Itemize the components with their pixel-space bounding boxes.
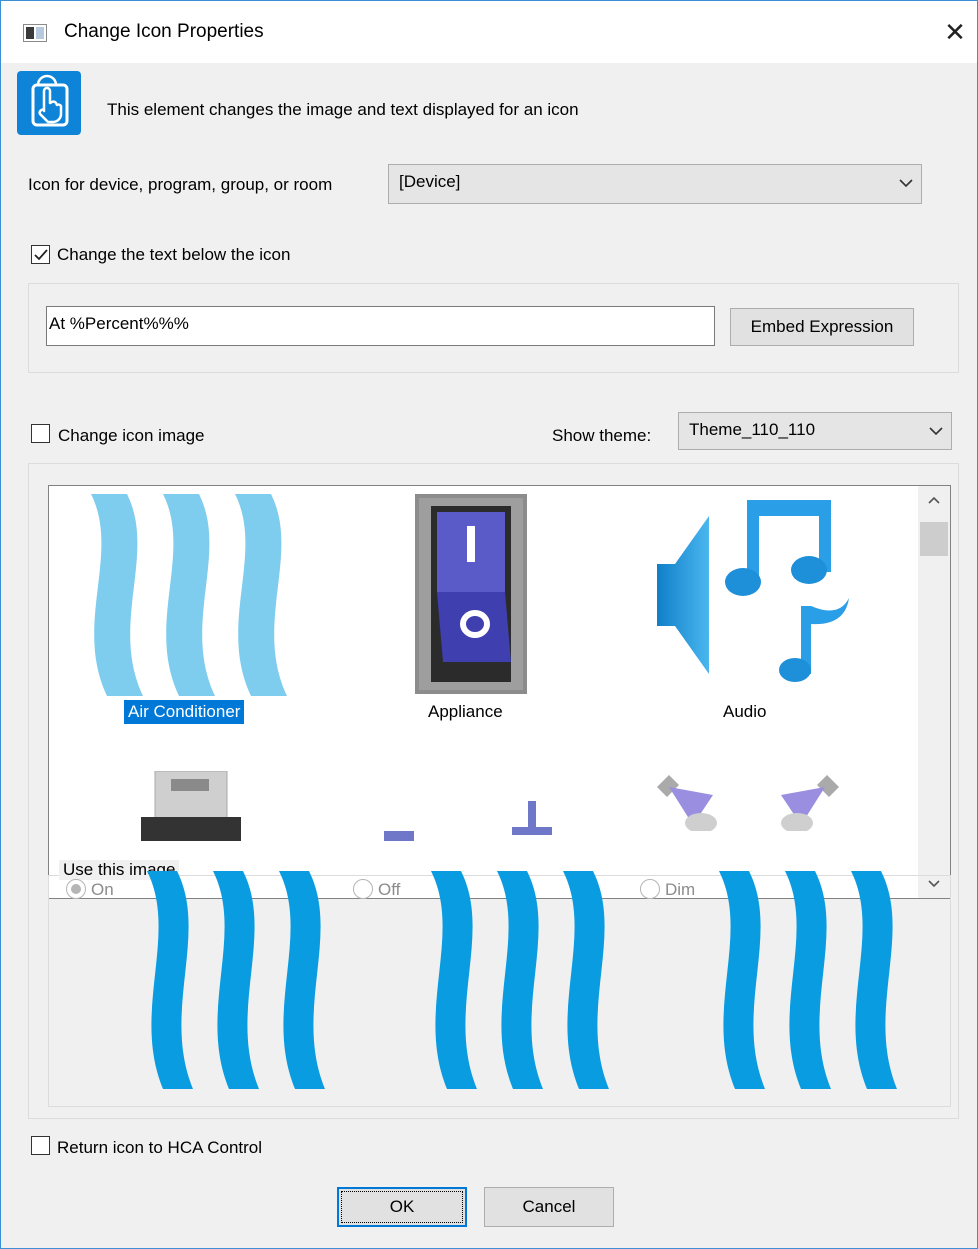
- icon-text-value: At %Percent%%%: [49, 314, 189, 333]
- audio-icon: [657, 500, 849, 682]
- theme-select-value: Theme_110_110: [689, 420, 816, 439]
- off-state-icon: [431, 871, 609, 1089]
- embed-expression-button[interactable]: Embed Expression: [730, 308, 914, 346]
- gallery-item-label: Appliance: [428, 702, 503, 721]
- gallery-tile-audio[interactable]: Audio: [639, 486, 919, 746]
- gallery-tile-appliance[interactable]: Appliance: [349, 486, 629, 746]
- chevron-down-icon: [929, 427, 943, 436]
- gallery-scrollbar[interactable]: [918, 486, 950, 898]
- close-icon[interactable]: ✕: [935, 11, 975, 53]
- gallery-item-label: Air Conditioner: [124, 700, 245, 724]
- ok-button[interactable]: OK: [337, 1187, 467, 1227]
- gallery-item-label: Audio: [723, 702, 767, 721]
- theme-select-dropdown[interactable]: Theme_110_110: [678, 412, 952, 450]
- return-icon-checkbox[interactable]: [31, 1136, 50, 1155]
- scroll-up-icon[interactable]: [926, 494, 942, 506]
- chevron-down-icon: [899, 179, 913, 188]
- app-icon: [23, 24, 47, 42]
- scrollbar-thumb[interactable]: [920, 522, 948, 556]
- touch-hand-icon: [17, 71, 81, 135]
- change-icon-properties-dialog: Change Icon Properties ✕ This element ch…: [0, 0, 978, 1249]
- radio-on-label[interactable]: On: [91, 880, 114, 900]
- change-image-checkbox[interactable]: [31, 424, 50, 443]
- device-icon: [141, 771, 241, 841]
- radio-on[interactable]: [66, 879, 86, 899]
- radio-off[interactable]: [353, 879, 373, 899]
- focus-rect: [341, 1191, 463, 1223]
- dim-state-icon: [719, 871, 897, 1089]
- intro-text: This element changes the image and text …: [107, 100, 579, 119]
- radio-dim[interactable]: [640, 879, 660, 899]
- icon-text-input[interactable]: At %Percent%%%: [46, 306, 715, 346]
- appliance-switch-icon: [415, 494, 527, 694]
- checkmark-icon: [34, 249, 48, 261]
- on-state-icon: [147, 871, 325, 1089]
- change-text-checkbox[interactable]: [31, 245, 50, 264]
- change-text-label[interactable]: Change the text below the icon: [57, 245, 290, 265]
- window-title: Change Icon Properties: [64, 21, 264, 42]
- cancel-button[interactable]: Cancel: [484, 1187, 614, 1227]
- icon-select-dropdown[interactable]: [Device]: [388, 164, 922, 204]
- icon-gallery-list[interactable]: Air Conditioner Appliance Audio: [48, 485, 951, 899]
- return-icon-label[interactable]: Return icon to HCA Control: [57, 1138, 262, 1158]
- radio-dim-label[interactable]: Dim: [665, 880, 695, 900]
- air-conditioner-icon: [91, 494, 287, 696]
- change-image-label[interactable]: Change icon image: [58, 426, 204, 446]
- show-theme-label: Show theme:: [552, 426, 652, 445]
- radio-off-label[interactable]: Off: [378, 880, 400, 900]
- blinds-icon: [384, 801, 552, 841]
- gallery-tile-air-conditioner[interactable]: Air Conditioner: [49, 486, 339, 746]
- icon-select-label: Icon for device, program, group, or room: [28, 175, 333, 194]
- icon-select-value: [Device]: [399, 172, 461, 191]
- title-bar[interactable]: Change Icon Properties ✕: [1, 1, 977, 63]
- dialog-body: This element changes the image and text …: [1, 63, 977, 1249]
- spotlight-icon: [657, 775, 839, 831]
